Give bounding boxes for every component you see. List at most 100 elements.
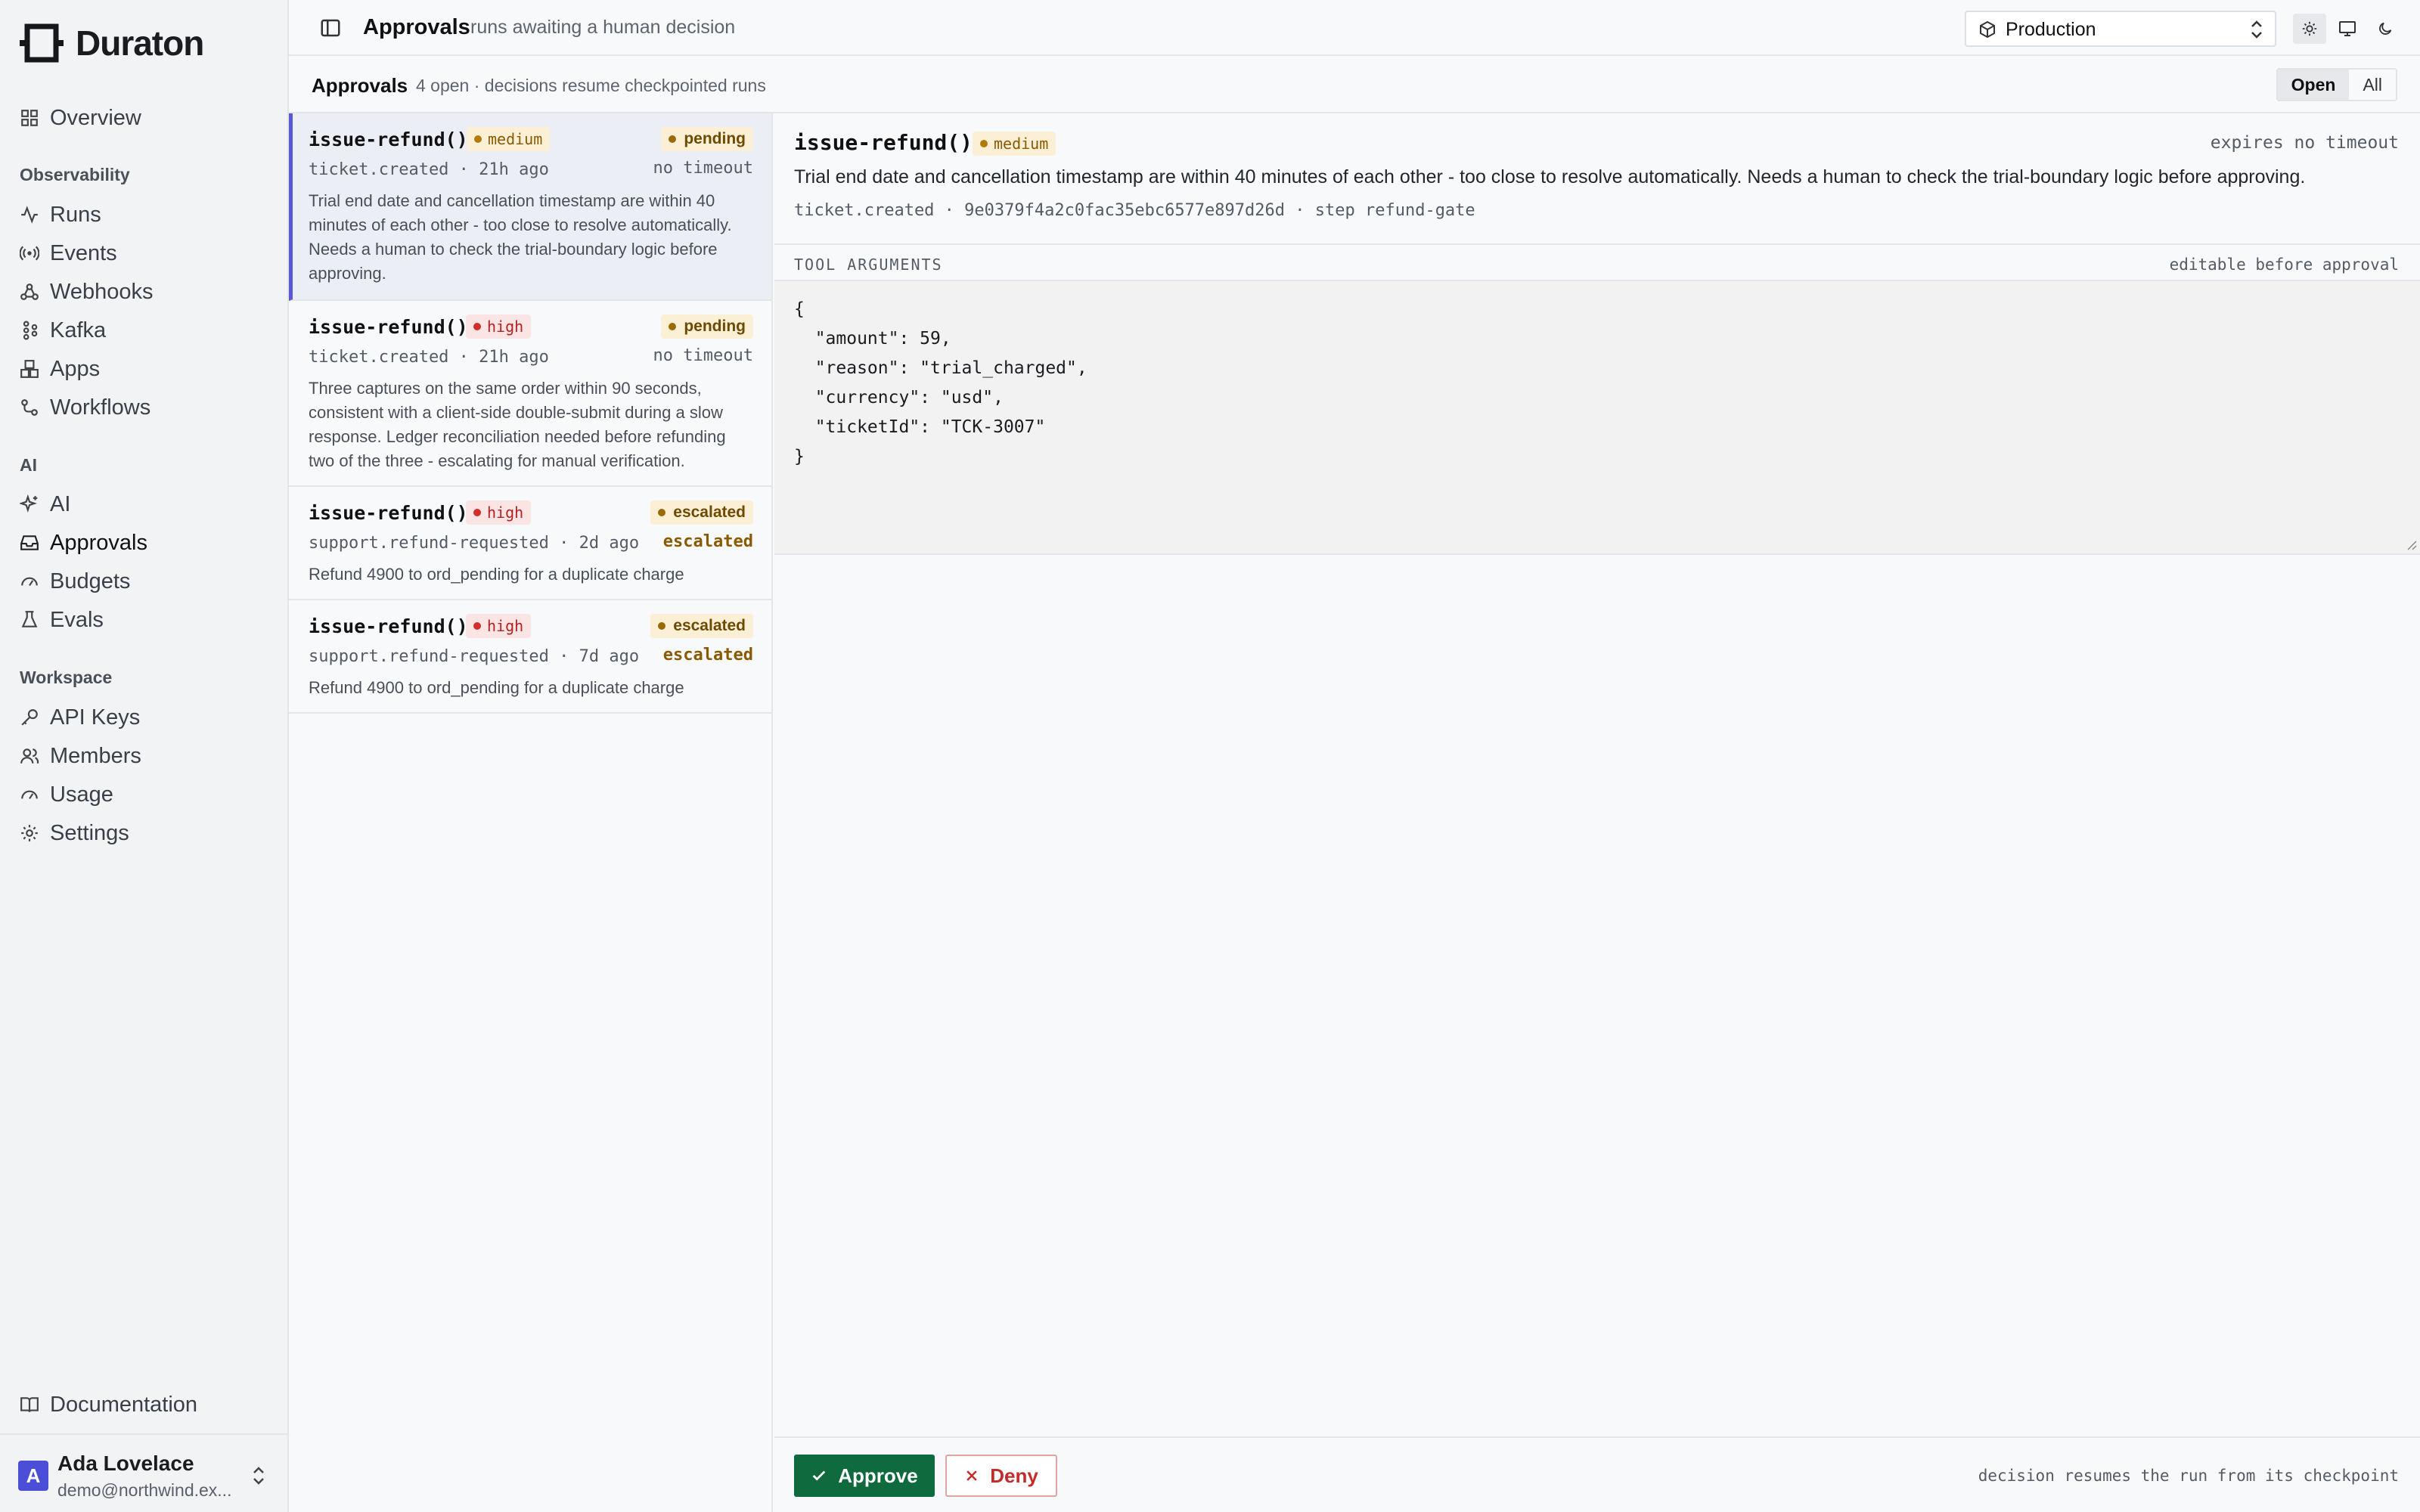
approve-button[interactable]: Approve	[794, 1455, 935, 1497]
sidebar-item-kafka[interactable]: Kafka	[20, 314, 106, 347]
sparkles-icon	[20, 494, 38, 513]
sidebar-item-label: Overview	[50, 105, 141, 130]
inbox-icon	[20, 535, 39, 550]
deny-button[interactable]: Deny	[945, 1455, 1057, 1497]
detail-severity-badge: medium	[973, 132, 1056, 156]
sidebar-item-label: Settings	[50, 820, 129, 845]
section-title: Approvals	[312, 74, 408, 97]
json-line: "ticketId": "TCK-3007"	[794, 417, 1046, 437]
timeout-label: no timeout	[653, 346, 753, 365]
sidebar-item-members[interactable]: Members	[20, 739, 141, 773]
status-badge: escalated	[650, 614, 753, 638]
list-item[interactable]: issue-refund() high escalated support.re…	[289, 487, 771, 600]
top-bar: Approvals runs awaiting a human decision…	[289, 0, 2420, 56]
grid-icon	[21, 110, 38, 126]
filter-all[interactable]: All	[2349, 70, 2396, 100]
chevrons-up-down-icon	[253, 1467, 264, 1485]
users-icon	[20, 748, 39, 764]
sidebar-item-settings[interactable]: Settings	[20, 816, 129, 850]
severity-dot	[980, 140, 988, 147]
sidebar-item-label: Approvals	[50, 530, 147, 555]
sidebar-item-api-keys[interactable]: API Keys	[20, 701, 140, 734]
flask-icon	[21, 611, 38, 627]
sidebar-item-runs[interactable]: Runs	[20, 198, 101, 231]
event-meta: support.refund-requested · 2d ago	[309, 534, 640, 553]
list-item[interactable]: issue-refund() high pending ticket.creat…	[289, 301, 771, 487]
key-icon	[21, 709, 38, 726]
sidebar-item-label: Evals	[50, 607, 104, 632]
gear-icon	[21, 825, 38, 841]
monitor-icon	[2339, 21, 2356, 36]
webhook-icon	[20, 284, 39, 300]
sidebar-item-evals[interactable]: Evals	[20, 603, 104, 637]
approvals-list: issue-refund() medium pending ticket.cre…	[289, 113, 773, 1512]
sidebar-item-label: Documentation	[50, 1392, 198, 1417]
sidebar-item-label: API Keys	[50, 705, 141, 730]
sidebar-item-webhooks[interactable]: Webhooks	[20, 275, 154, 308]
moon-icon	[2379, 22, 2392, 35]
sidebar-item-label: Kafka	[50, 318, 107, 342]
approval-description: Refund 4900 to ord_pending for a duplica…	[309, 565, 684, 584]
escalated-label: escalated	[662, 646, 753, 665]
sun-icon	[2302, 21, 2317, 36]
chevrons-up-down-icon	[2251, 20, 2262, 39]
sidebar-toggle-icon[interactable]	[319, 17, 342, 39]
light-theme-button[interactable]	[2293, 14, 2326, 44]
tool-arguments-header: TOOL ARGUMENTS editable before approval	[774, 243, 2420, 281]
status-badge: escalated	[650, 500, 753, 525]
gauge-icon	[21, 790, 38, 800]
approval-description: Refund 4900 to ord_pending for a duplica…	[309, 678, 684, 697]
user-menu[interactable]: A Ada Lovelace demo@northwind.ex...	[0, 1433, 287, 1512]
sidebar-item-budgets[interactable]: Budgets	[20, 565, 130, 598]
editable-note: editable before approval	[2169, 256, 2399, 274]
list-item[interactable]: issue-refund() high escalated support.re…	[289, 600, 771, 714]
filter-open[interactable]: Open	[2277, 70, 2350, 100]
dark-theme-button[interactable]	[2369, 14, 2402, 44]
status-dot	[658, 509, 666, 516]
sidebar-item-documentation[interactable]: Documentation	[20, 1388, 197, 1421]
severity-label: medium	[488, 130, 543, 148]
page-title: Approvals	[363, 15, 470, 39]
event-meta: ticket.created · 21h ago	[309, 160, 549, 179]
status-label: escalated	[673, 503, 746, 521]
function-name: issue-refund()	[309, 129, 468, 150]
tool-arguments-editor[interactable]: { "amount": 59, "reason": "trial_charged…	[774, 281, 2420, 555]
detail-meta[interactable]: ticket.created · 9e0379f4a2c0fac35ebc657…	[794, 201, 1475, 220]
section-workspace: Workspace	[20, 668, 113, 687]
radio-signal-icon	[20, 246, 39, 261]
severity-label: high	[487, 318, 524, 336]
severity-badge: medium	[467, 127, 551, 151]
sidebar-item-usage[interactable]: Usage	[20, 778, 113, 811]
sidebar-item-label: Workflows	[50, 395, 151, 420]
sidebar: Duraton Overview Observability Runs Even…	[0, 0, 289, 1512]
sidebar-item-approvals[interactable]: Approvals	[20, 526, 147, 559]
function-name: issue-refund()	[309, 316, 468, 338]
detail-function-name: issue-refund()	[794, 130, 973, 155]
sidebar-item-apps[interactable]: Apps	[20, 352, 100, 386]
sidebar-item-workflows[interactable]: Workflows	[20, 391, 150, 424]
severity-badge: high	[466, 314, 532, 339]
resize-handle-icon[interactable]	[2403, 537, 2417, 550]
avatar: A	[18, 1461, 48, 1491]
decision-note: decision resumes the run from its checkp…	[1978, 1467, 2399, 1485]
sidebar-item-label: Webhooks	[50, 279, 154, 304]
user-email: demo@northwind.ex...	[57, 1480, 232, 1500]
approval-description: Three captures on the same order within …	[309, 379, 726, 470]
status-label: escalated	[673, 617, 746, 634]
system-theme-button[interactable]	[2331, 14, 2364, 44]
close-icon	[966, 1470, 977, 1481]
section-ai: AI	[20, 455, 37, 475]
sidebar-item-events[interactable]: Events	[20, 237, 117, 270]
sidebar-item-overview[interactable]: Overview	[20, 101, 141, 135]
json-line: "reason": "trial_charged",	[794, 358, 1087, 378]
environment-select[interactable]: Production	[1965, 11, 2276, 47]
function-name: issue-refund()	[309, 502, 468, 524]
sidebar-item-ai[interactable]: AI	[20, 488, 70, 521]
list-item[interactable]: issue-refund() medium pending ticket.cre…	[289, 113, 771, 301]
approval-detail: issue-refund() medium expires no timeout…	[774, 113, 2420, 1512]
approval-description: Trial end date and cancellation timestam…	[309, 191, 732, 283]
status-dot	[669, 323, 677, 330]
app-logo[interactable]: Duraton	[20, 23, 204, 64]
status-label: pending	[684, 130, 746, 147]
sidebar-item-label: Budgets	[50, 569, 131, 593]
